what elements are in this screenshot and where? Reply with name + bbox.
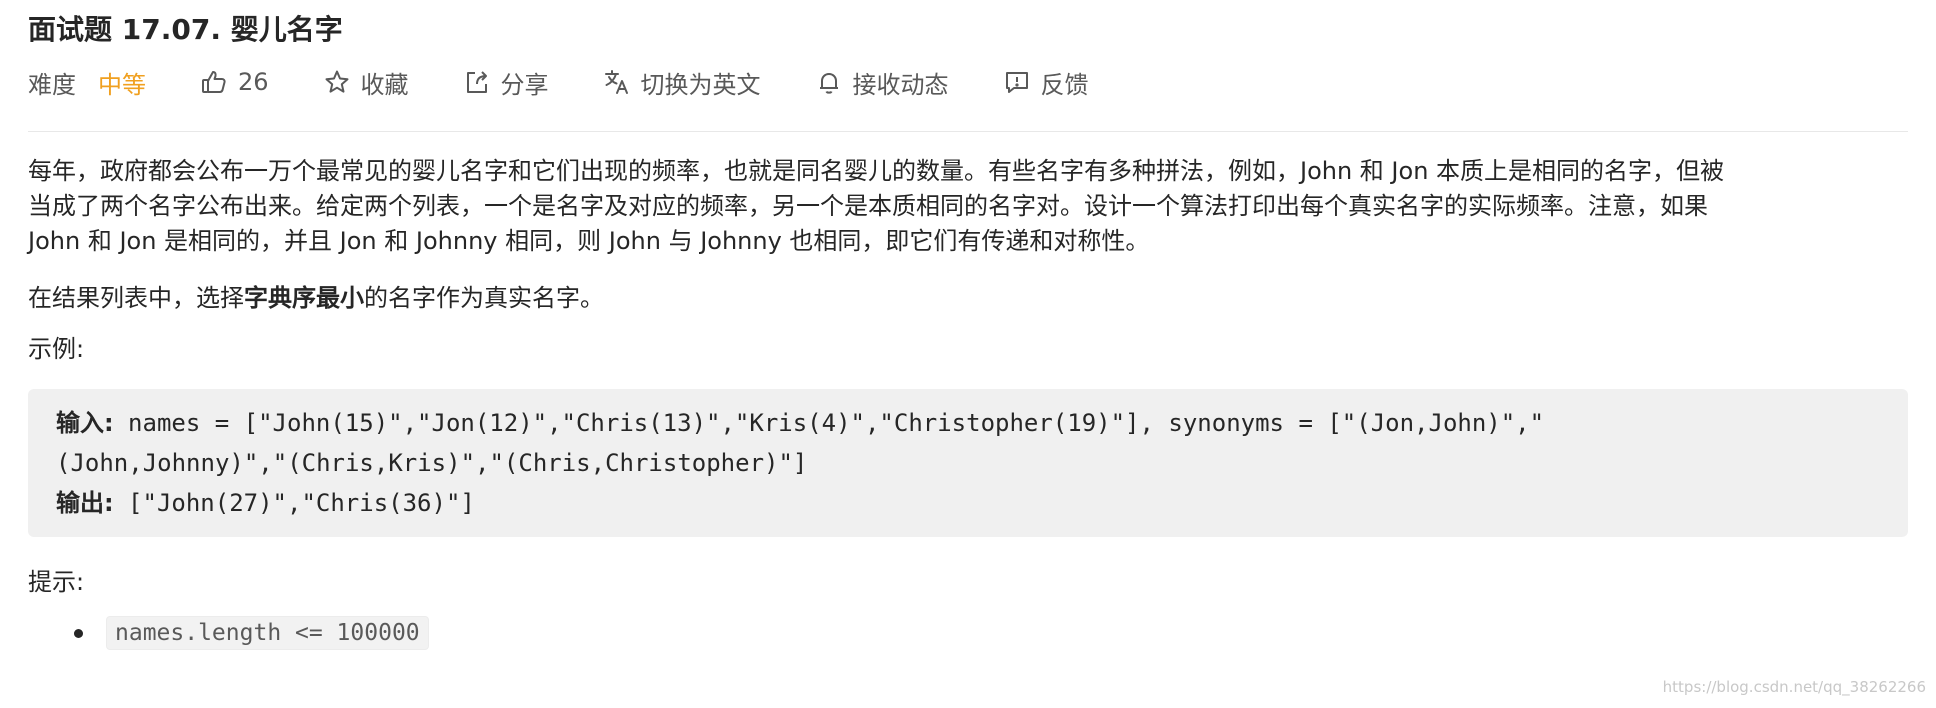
hint-list-item: names.length <= 100000 bbox=[74, 616, 1908, 650]
example-input-line: 输入: names = ["John(15)","Jon(12)","Chris… bbox=[56, 403, 1880, 443]
problem-panel: 面试题 17.07. 婴儿名字 难度 中等 26 收藏 分享 切换为英文 接收动… bbox=[28, 0, 1908, 650]
example-code-block: 输入: names = ["John(15)","Jon(12)","Chris… bbox=[28, 389, 1908, 537]
divider bbox=[28, 131, 1908, 132]
translate-icon bbox=[603, 68, 631, 96]
collect-button[interactable]: 收藏 bbox=[323, 65, 409, 100]
description-paragraph: 每年，政府都会公布一万个最常见的婴儿名字和它们出现的频率，也就是同名婴儿的数量。… bbox=[28, 154, 1908, 259]
collect-label: 收藏 bbox=[360, 70, 409, 99]
input-value-part2: (John,Johnny)","(Chris,Kris)","(Chris,Ch… bbox=[56, 449, 808, 477]
thumbs-up-icon bbox=[200, 68, 228, 96]
problem-title: 面试题 17.07. 婴儿名字 bbox=[28, 13, 343, 46]
switch-language-label: 切换为英文 bbox=[640, 70, 761, 99]
share-icon bbox=[463, 68, 491, 96]
rule-prefix: 在结果列表中，选择 bbox=[28, 284, 244, 312]
star-icon bbox=[323, 68, 351, 96]
subscribe-button[interactable]: 接收动态 bbox=[815, 65, 949, 100]
example-heading: 示例: bbox=[28, 335, 85, 363]
rule-suffix: 的名字作为真实名字。 bbox=[364, 284, 604, 312]
subscribe-label: 接收动态 bbox=[852, 70, 949, 99]
difficulty: 难度 中等 bbox=[28, 65, 146, 100]
difficulty-value: 中等 bbox=[98, 70, 146, 99]
output-value: ["John(27)","Chris(36)"] bbox=[113, 489, 475, 517]
hint-heading: 提示: bbox=[28, 568, 85, 596]
like-button[interactable]: 26 bbox=[200, 68, 269, 96]
problem-meta-bar: 难度 中等 26 收藏 分享 切换为英文 接收动态 反馈 bbox=[28, 60, 1908, 104]
example-output-line: 输出: ["John(27)","Chris(36)"] bbox=[56, 483, 1880, 523]
watermark: https://blog.csdn.net/qq_38262266 bbox=[1662, 678, 1926, 696]
description-line: 当成了两个名字公布出来。给定两个列表，一个是名字及对应的频率，另一个是本质相同的… bbox=[28, 192, 1708, 220]
description-line: 每年，政府都会公布一万个最常见的婴儿名字和它们出现的频率，也就是同名婴儿的数量。… bbox=[28, 157, 1725, 185]
like-count: 26 bbox=[238, 68, 269, 96]
share-button[interactable]: 分享 bbox=[463, 65, 549, 100]
selection-rule-paragraph: 在结果列表中，选择字典序最小的名字作为真实名字。 bbox=[28, 281, 1908, 316]
output-label: 输出: bbox=[56, 489, 114, 517]
rule-emphasis: 字典序最小 bbox=[244, 284, 364, 312]
difficulty-label: 难度 bbox=[28, 70, 76, 99]
feedback-label: 反馈 bbox=[1040, 70, 1089, 99]
bullet-icon bbox=[74, 628, 83, 638]
input-label: 输入: bbox=[56, 409, 114, 437]
feedback-icon bbox=[1003, 68, 1031, 96]
share-label: 分享 bbox=[500, 70, 549, 99]
feedback-button[interactable]: 反馈 bbox=[1003, 65, 1089, 100]
switch-language-button[interactable]: 切换为英文 bbox=[603, 65, 761, 100]
hint-code: names.length <= 100000 bbox=[106, 616, 429, 650]
input-value-part1: names = ["John(15)","Jon(12)","Chris(13)… bbox=[113, 409, 1545, 437]
bell-icon bbox=[815, 68, 843, 96]
description-line: John 和 Jon 是相同的，并且 Jon 和 Johnny 相同，则 Joh… bbox=[28, 227, 1150, 255]
